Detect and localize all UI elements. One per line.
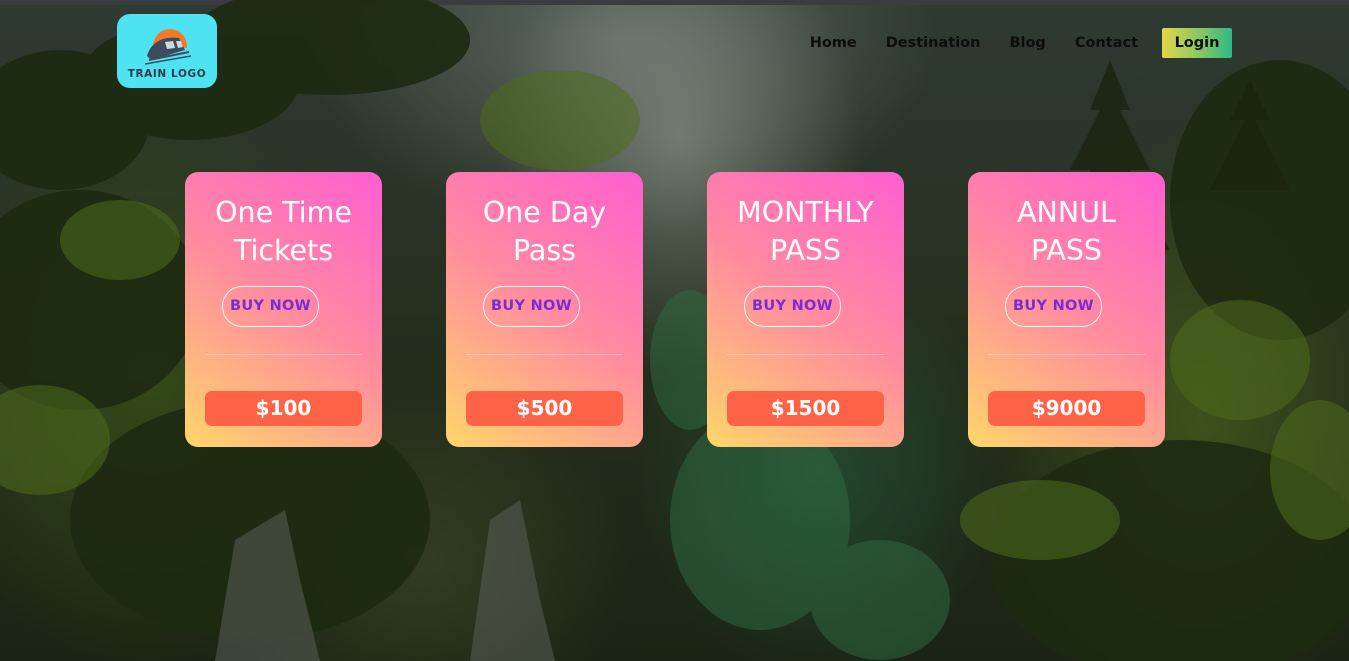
buy-now-button[interactable]: BUY NOW xyxy=(483,286,580,327)
nav-contact[interactable]: Contact xyxy=(1075,28,1138,58)
card-title-line-1: ANNUL xyxy=(1017,196,1116,229)
card-divider xyxy=(205,354,362,355)
card-title-line-1: One Day xyxy=(482,196,607,229)
card-title-line-1: One Time xyxy=(215,196,352,229)
card-title: MONTHLY PASS xyxy=(707,194,904,270)
card-divider xyxy=(727,354,884,355)
price-badge: $100 xyxy=(205,391,362,426)
ticket-card-annual: ANNUL PASS BUY NOW $9000 xyxy=(968,172,1165,447)
card-divider xyxy=(988,354,1145,355)
price-badge: $1500 xyxy=(727,391,884,426)
buy-now-button[interactable]: BUY NOW xyxy=(222,286,319,327)
ticket-card-one-time: One Time Tickets BUY NOW $100 xyxy=(185,172,382,447)
train-icon xyxy=(145,29,191,65)
logo-text: TRAIN LOGO xyxy=(127,68,207,80)
card-title-line-2: Tickets xyxy=(233,234,334,267)
main-nav: Home Destination Blog Contact Login xyxy=(781,28,1232,58)
card-title: One Time Tickets xyxy=(185,194,382,270)
buy-now-button[interactable]: BUY NOW xyxy=(1005,286,1102,327)
card-title-line-1: MONTHLY xyxy=(737,196,874,229)
train-logo[interactable]: TRAIN LOGO xyxy=(117,14,217,88)
buy-now-button[interactable]: BUY NOW xyxy=(744,286,841,327)
nav-destination[interactable]: Destination xyxy=(886,28,981,58)
price-badge: $9000 xyxy=(988,391,1145,426)
card-title: One Day Pass xyxy=(446,194,643,270)
card-title-line-2: PASS xyxy=(769,234,842,267)
card-title-line-2: PASS xyxy=(1030,234,1103,267)
nav-home[interactable]: Home xyxy=(810,28,857,58)
ticket-card-one-day: One Day Pass BUY NOW $500 xyxy=(446,172,643,447)
card-divider xyxy=(466,354,623,355)
card-title: ANNUL PASS xyxy=(968,194,1165,270)
card-title-line-2: Pass xyxy=(512,234,577,267)
price-badge: $500 xyxy=(466,391,623,426)
page: TRAIN LOGO Home Destination Blog Contact… xyxy=(0,0,1349,661)
nav-blog[interactable]: Blog xyxy=(1009,28,1045,58)
login-button[interactable]: Login xyxy=(1162,28,1232,58)
ticket-card-monthly: MONTHLY PASS BUY NOW $1500 xyxy=(707,172,904,447)
